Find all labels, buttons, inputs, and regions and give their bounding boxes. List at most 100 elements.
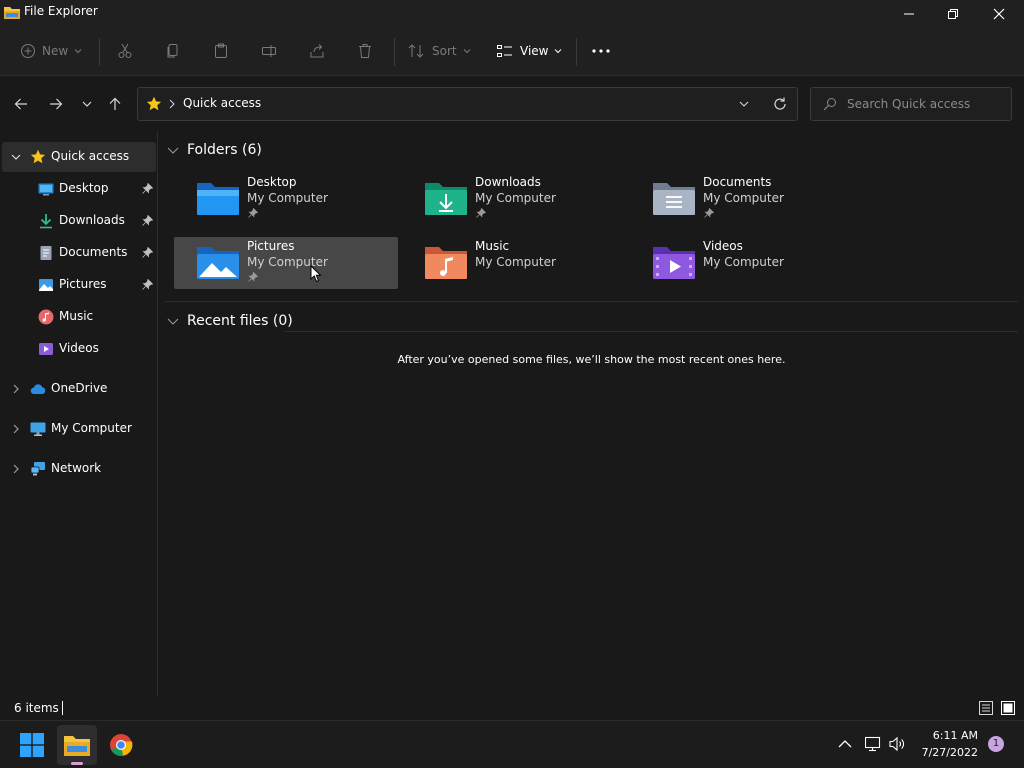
taskbar: 6:11 AM 7/27/2022 1	[0, 720, 1024, 768]
chevron-down-icon	[82, 101, 92, 107]
close-button[interactable]	[976, 0, 1022, 28]
pin-icon	[142, 279, 153, 290]
network-status-icon[interactable]	[865, 736, 883, 752]
folder-tile-videos[interactable]: Videos My Computer	[630, 237, 854, 289]
sort-label: Sort	[432, 44, 457, 58]
desktop-icon	[38, 183, 54, 196]
folder-name: Pictures	[247, 239, 295, 253]
folder-name: Desktop	[247, 175, 297, 189]
more-dots-icon	[592, 49, 610, 53]
clock-date[interactable]: 7/27/2022	[912, 746, 978, 759]
new-button[interactable]: New	[20, 36, 82, 66]
back-button[interactable]	[10, 93, 32, 115]
pin-icon	[248, 272, 258, 282]
folder-tile-pictures[interactable]: Pictures My Computer	[174, 237, 398, 289]
scissors-icon	[118, 43, 132, 58]
pictures-folder-icon	[197, 247, 239, 279]
sidebar-item-documents[interactable]: Documents	[2, 238, 156, 268]
pin-icon	[248, 208, 258, 218]
chevron-right-icon[interactable]	[10, 463, 22, 475]
sidebar-item-music[interactable]: Music	[2, 302, 156, 332]
search-box[interactable]	[810, 87, 1012, 121]
music-icon	[38, 309, 54, 325]
folder-name: Downloads	[475, 175, 541, 189]
separator	[394, 38, 395, 66]
sidebar-item-videos[interactable]: Videos	[2, 334, 156, 364]
sort-button[interactable]: Sort	[408, 36, 471, 66]
restore-button[interactable]	[930, 0, 976, 28]
folder-location: My Computer	[475, 255, 556, 269]
cut-button[interactable]	[117, 36, 133, 66]
chevron-down-icon	[555, 49, 562, 54]
sidebar-item-label: Network	[51, 461, 102, 475]
rename-button[interactable]	[261, 36, 277, 66]
sidebar-item-onedrive[interactable]: OneDrive	[2, 374, 156, 404]
sidebar-item-pictures[interactable]: Pictures	[2, 270, 156, 300]
forward-button[interactable]	[45, 93, 67, 115]
plus-circle-icon	[21, 44, 35, 58]
address-bar[interactable]: Quick access	[137, 87, 798, 121]
sidebar-item-quick-access[interactable]: Quick access	[2, 142, 156, 172]
copy-icon	[167, 44, 178, 58]
documents-folder-icon	[653, 183, 695, 215]
status-bar: 6 items	[0, 696, 1024, 720]
address-location[interactable]: Quick access	[183, 96, 261, 110]
search-input[interactable]	[847, 94, 1007, 114]
paste-icon	[215, 43, 227, 58]
close-icon	[993, 8, 1005, 20]
running-indicator	[71, 762, 83, 765]
large-icons-view-icon[interactable]	[1000, 700, 1016, 716]
chevron-down-icon[interactable]	[10, 151, 22, 163]
folder-location: My Computer	[475, 191, 556, 205]
notification-badge[interactable]: 1	[988, 736, 1004, 752]
taskbar-chrome[interactable]	[101, 725, 141, 765]
volume-icon[interactable]	[889, 736, 907, 752]
share-button[interactable]	[309, 36, 325, 66]
copy-button[interactable]	[165, 36, 181, 66]
chevron-down-icon	[167, 147, 179, 154]
start-button[interactable]	[12, 725, 52, 765]
chevron-down-icon[interactable]	[738, 98, 750, 110]
downloads-folder-icon	[425, 183, 467, 215]
rename-icon	[262, 45, 276, 57]
sidebar-item-my-computer[interactable]: My Computer	[2, 414, 156, 444]
up-button[interactable]	[104, 93, 126, 115]
music-folder-icon	[425, 247, 467, 279]
sidebar-item-label: Downloads	[59, 213, 125, 227]
taskbar-file-explorer[interactable]	[57, 725, 97, 765]
view-button[interactable]: View	[496, 36, 562, 66]
minimize-button[interactable]	[886, 0, 932, 28]
divider	[165, 301, 1018, 302]
star-icon	[146, 96, 162, 111]
folder-location: My Computer	[247, 191, 328, 205]
chevron-up-icon[interactable]	[838, 738, 852, 750]
folder-tile-downloads[interactable]: Downloads My Computer	[402, 173, 626, 225]
address-row: Quick access	[0, 77, 1024, 131]
folder-tile-documents[interactable]: Documents My Computer	[630, 173, 854, 225]
arrow-right-icon	[50, 98, 63, 110]
chevron-right-icon[interactable]	[10, 383, 22, 395]
pictures-icon	[39, 279, 53, 291]
more-options-button[interactable]	[592, 36, 610, 66]
chevron-right-icon[interactable]	[10, 423, 22, 435]
pin-icon	[704, 208, 714, 218]
clock-time[interactable]: 6:11 AM	[920, 729, 978, 742]
pin-icon	[142, 183, 153, 194]
sidebar-item-label: Documents	[59, 245, 128, 259]
paste-button[interactable]	[213, 36, 229, 66]
recent-locations-button[interactable]	[76, 93, 98, 115]
navigation-pane: Quick access Desktop Downloads Documents…	[0, 131, 158, 696]
delete-button[interactable]	[357, 36, 373, 66]
folder-tile-desktop[interactable]: Desktop My Computer	[174, 173, 398, 225]
refresh-icon[interactable]	[772, 96, 788, 112]
folder-tile-music[interactable]: Music My Computer	[402, 237, 626, 289]
pin-icon	[142, 215, 153, 226]
sidebar-item-desktop[interactable]: Desktop	[2, 174, 156, 204]
cloud-icon	[30, 384, 46, 395]
sidebar-item-downloads[interactable]: Downloads	[2, 206, 156, 236]
status-separator	[62, 701, 63, 715]
trash-icon	[359, 44, 371, 58]
details-view-icon[interactable]	[978, 700, 994, 716]
folder-location: My Computer	[703, 255, 784, 269]
sidebar-item-network[interactable]: Network	[2, 454, 156, 484]
